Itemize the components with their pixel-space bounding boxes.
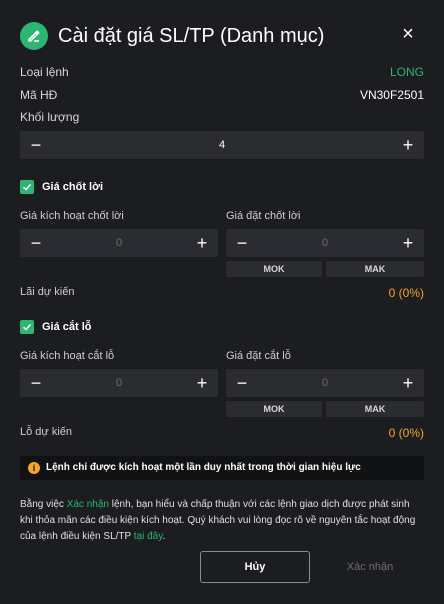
- sl-trigger-decrease-button[interactable]: −: [22, 369, 50, 397]
- stop-loss-checkbox[interactable]: [20, 320, 34, 334]
- expected-loss-label: Lỗ dự kiến: [20, 426, 73, 438]
- order-type-value: LONG: [389, 65, 424, 79]
- volume-input[interactable]: 4: [50, 131, 394, 159]
- sl-mok-button[interactable]: MOK: [226, 401, 322, 417]
- take-profit-checkbox[interactable]: [20, 180, 34, 194]
- tp-trigger-decrease-button[interactable]: −: [22, 229, 50, 257]
- confirm-link[interactable]: Xác nhận: [67, 499, 109, 510]
- tp-trigger-label: Giá kích hoạt chốt lời: [20, 210, 124, 222]
- contract-row: Mã HĐ VN30F2501: [20, 88, 424, 106]
- notice-text: Lệnh chỉ được kích hoạt một lần duy nhất…: [46, 462, 361, 473]
- tp-trigger-stepper: − 0 +: [20, 229, 218, 257]
- sl-trigger-input[interactable]: 0: [50, 369, 188, 397]
- tp-order-stepper: − 0 +: [226, 229, 424, 257]
- here-link[interactable]: tại đây: [134, 531, 163, 542]
- volume-increase-button[interactable]: +: [394, 131, 422, 159]
- sl-order-decrease-button[interactable]: −: [228, 369, 256, 397]
- close-button[interactable]: ×: [396, 22, 420, 46]
- volume-stepper: − 4 +: [20, 131, 424, 159]
- expected-loss-value: 0 (0%): [388, 426, 424, 440]
- volume-label: Khối lượng: [20, 110, 80, 124]
- sl-trigger-increase-button[interactable]: +: [188, 369, 216, 397]
- tp-trigger-input[interactable]: 0: [50, 229, 188, 257]
- take-profit-label: Giá chốt lời: [42, 181, 103, 193]
- disclaimer-part3: .: [162, 531, 166, 542]
- sl-mak-button[interactable]: MAK: [326, 401, 424, 417]
- tp-order-input[interactable]: 0: [256, 229, 394, 257]
- sl-order-stepper: − 0 +: [226, 369, 424, 397]
- tp-order-decrease-button[interactable]: −: [228, 229, 256, 257]
- info-icon: i: [28, 462, 40, 474]
- expected-profit-value: 0 (0%): [388, 286, 424, 300]
- edit-icon: [20, 22, 48, 50]
- tp-trigger-increase-button[interactable]: +: [188, 229, 216, 257]
- disclaimer-part1: Bằng việc: [20, 499, 67, 510]
- tp-mak-button[interactable]: MAK: [326, 261, 424, 277]
- modal-header: Cài đặt giá SL/TP (Danh mục) ×: [20, 20, 424, 52]
- modal-title: Cài đặt giá SL/TP (Danh mục): [58, 25, 325, 47]
- disclaimer-text: Bằng việc Xác nhận lệnh, bạn hiểu và chấ…: [20, 497, 424, 545]
- order-type-label: Loại lệnh: [20, 65, 69, 79]
- confirm-button[interactable]: Xác nhận: [316, 551, 424, 583]
- sltp-modal: Cài đặt giá SL/TP (Danh mục) × Loại lệnh…: [0, 0, 444, 604]
- contract-label: Mã HĐ: [20, 88, 58, 102]
- cancel-button[interactable]: Hủy: [200, 551, 310, 583]
- contract-value: VN30F2501: [359, 88, 424, 102]
- checkmark-icon: [22, 183, 32, 191]
- tp-order-increase-button[interactable]: +: [394, 229, 422, 257]
- sl-trigger-label: Giá kích hoạt cắt lỗ: [20, 350, 115, 362]
- sl-order-label: Giá đặt cắt lỗ: [226, 350, 291, 362]
- stop-loss-label: Giá cắt lỗ: [42, 321, 92, 333]
- sl-trigger-stepper: − 0 +: [20, 369, 218, 397]
- notice-box: i Lệnh chỉ được kích hoạt một lần duy nh…: [20, 456, 424, 480]
- sl-order-input[interactable]: 0: [256, 369, 394, 397]
- order-type-row: Loại lệnh LONG: [20, 65, 424, 83]
- volume-row: Khối lượng: [20, 110, 424, 128]
- sl-order-increase-button[interactable]: +: [394, 369, 422, 397]
- tp-order-label: Giá đặt chốt lời: [226, 210, 301, 222]
- checkmark-icon: [22, 323, 32, 331]
- tp-mok-button[interactable]: MOK: [226, 261, 322, 277]
- volume-decrease-button[interactable]: −: [22, 131, 50, 159]
- expected-profit-label: Lãi dự kiến: [20, 286, 75, 298]
